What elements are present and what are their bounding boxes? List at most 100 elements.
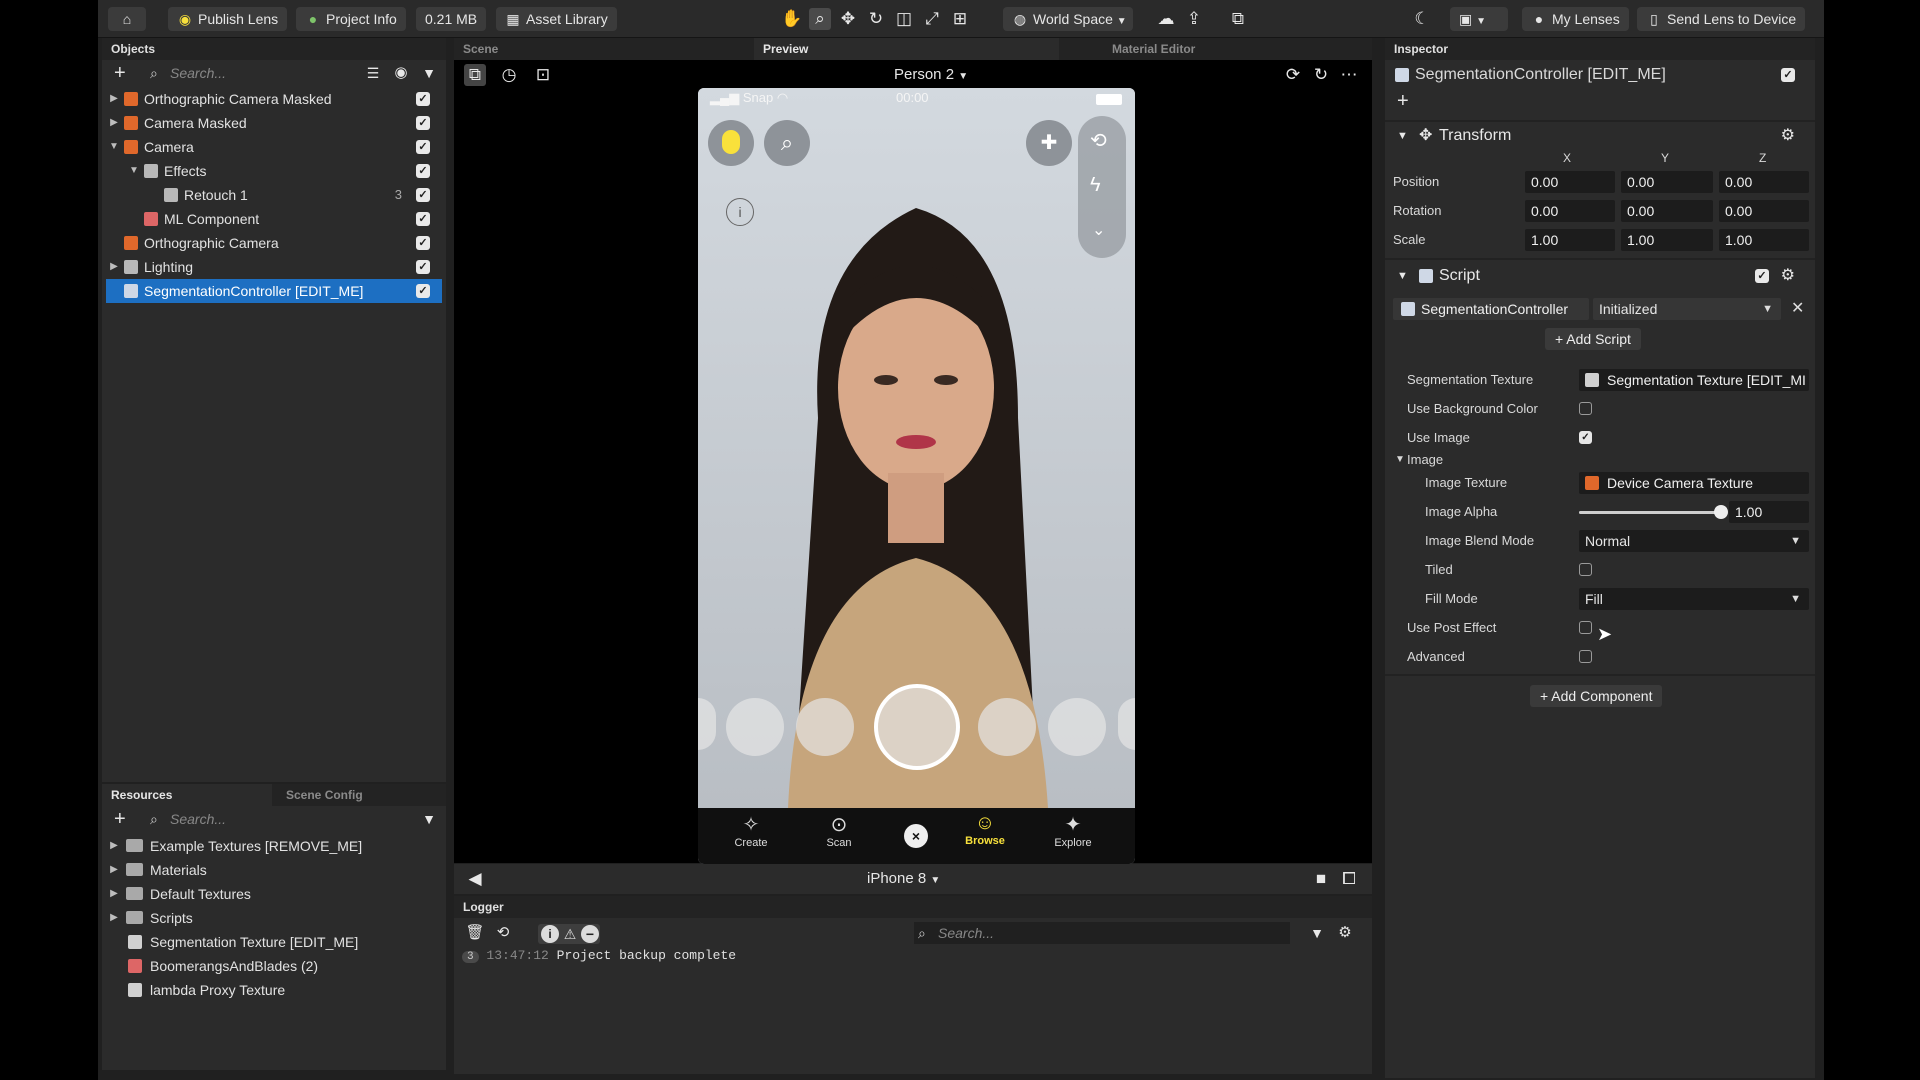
nav-create[interactable]: ✧ Create (726, 812, 776, 849)
chevron-right-icon[interactable]: ▶ (108, 858, 120, 882)
dark-mode-icon[interactable]: ☾ (1411, 8, 1433, 30)
chevron-down-icon[interactable]: ▼ (108, 135, 120, 159)
tree-item-orthographic-camera[interactable]: Orthographic Camera ✓ (106, 231, 442, 255)
list-view-icon[interactable]: ☰ (362, 62, 384, 84)
flash-off-icon[interactable]: ϟ (1090, 174, 1101, 197)
layout-dropdown[interactable]: ▣ ▼ (1450, 7, 1508, 31)
device-select[interactable]: iPhone 8 ▼ (867, 870, 940, 887)
tree-item-orthographic-camera-masked[interactable]: ▶ Orthographic Camera Masked ✓ (106, 87, 442, 111)
tab-preview[interactable]: Preview (754, 38, 1059, 60)
rect-tool-icon[interactable]: ⤢ (921, 8, 943, 30)
scale-x-field[interactable]: 1.00 (1525, 229, 1615, 251)
tree-item-effects[interactable]: ▼ Effects ✓ (106, 159, 442, 183)
publish-lens-button[interactable]: ◉ Publish Lens (168, 7, 288, 31)
use-post-effect-checkbox[interactable] (1579, 621, 1592, 634)
position-z-field[interactable]: 0.00 (1719, 171, 1809, 193)
resource-lambda-proxy-texture[interactable]: lambda Proxy Texture (106, 978, 442, 1002)
crop-icon[interactable]: ⧠ (1338, 868, 1360, 890)
resource-folder-example-textures[interactable]: ▶ Example Textures [REMOVE_ME] (106, 834, 442, 858)
hand-tool-icon[interactable]: ✋ (781, 8, 803, 30)
enabled-checkbox[interactable]: ✓ (416, 212, 430, 226)
rotation-z-field[interactable]: 0.00 (1719, 200, 1809, 222)
frame-icon[interactable]: ⊡ (532, 64, 554, 86)
add-component-button[interactable]: + Add Component (1530, 685, 1663, 707)
resource-boomerangs-and-blades[interactable]: BoomerangsAndBlades (2) (106, 954, 442, 978)
speaker-icon[interactable]: ◀ (464, 868, 486, 890)
add-object-icon[interactable]: + (114, 62, 126, 85)
lens-carousel-item[interactable] (1118, 698, 1135, 750)
lens-carousel-item[interactable] (1048, 698, 1106, 756)
tab-resources[interactable]: Resources (102, 784, 272, 806)
lens-carousel-item[interactable] (978, 698, 1036, 756)
capture-button[interactable] (874, 684, 960, 770)
enabled-checkbox[interactable]: ✓ (416, 284, 430, 298)
image-texture-field[interactable]: Device Camera Texture (1579, 472, 1809, 494)
filter-icon[interactable]: ▼ (1306, 922, 1328, 944)
camera-icon[interactable]: ■ (1310, 868, 1332, 890)
person-select[interactable]: Person 2 ▼ (894, 66, 968, 83)
add-resource-icon[interactable]: + (114, 808, 126, 831)
script-asset-field[interactable]: SegmentationController (1393, 298, 1589, 320)
transform-section-header[interactable]: ▼ ✥ Transform ⚙ (1385, 122, 1815, 150)
info-filter-icon[interactable]: i (541, 925, 559, 943)
segmentation-texture-field[interactable]: Segmentation Texture [EDIT_MI (1579, 369, 1809, 391)
resources-search-input[interactable]: ⌕ Search... (146, 808, 386, 830)
script-section-header[interactable]: ▼ Script ✓ ⚙ (1385, 262, 1815, 290)
rotation-y-field[interactable]: 0.00 (1621, 200, 1713, 222)
info-icon[interactable]: i (726, 198, 754, 226)
share-icon[interactable]: ⇪ (1183, 8, 1205, 30)
world-space-dropdown[interactable]: ◍ World Space ▼ (1003, 7, 1133, 31)
home-button[interactable]: ⌂ (108, 7, 146, 31)
bitmoji-button[interactable] (708, 120, 754, 166)
tree-item-camera-masked[interactable]: ▶ Camera Masked ✓ (106, 111, 442, 135)
object-name[interactable]: SegmentationController [EDIT_ME] (1415, 62, 1666, 88)
image-blend-mode-dropdown[interactable]: Normal ▼ (1579, 530, 1809, 552)
tree-item-lighting[interactable]: ▶ Lighting ✓ (106, 255, 442, 279)
filter-icon[interactable]: ▼ (418, 808, 440, 830)
enabled-checkbox[interactable]: ✓ (416, 116, 430, 130)
enabled-checkbox[interactable]: ✓ (416, 188, 430, 202)
tree-item-retouch[interactable]: Retouch 1 3 ✓ (106, 183, 442, 207)
add-icon[interactable]: + (1397, 90, 1409, 113)
clear-on-reset-icon[interactable]: ⟲ (492, 922, 514, 944)
nav-browse[interactable]: ☺ Browse (960, 812, 1010, 847)
scale-tool-icon[interactable]: ◫ (893, 8, 915, 30)
scale-z-field[interactable]: 1.00 (1719, 229, 1809, 251)
chevron-right-icon[interactable]: ▶ (108, 834, 120, 858)
gear-icon[interactable]: ⚙ (1781, 262, 1795, 290)
objects-search-input[interactable]: ⌕ Search... (146, 62, 326, 84)
lens-carousel-item[interactable] (726, 698, 784, 756)
move-tool-icon[interactable]: ✥ (837, 8, 859, 30)
phone-preview[interactable]: ▂▄▆ Snap ◠ 00:00 ⌕ ✚ ⟲ ϟ ⌄ i ✧ Create ⊙ Sc… (698, 88, 1135, 864)
script-event-dropdown[interactable]: Initialized ▼ (1593, 298, 1781, 320)
nav-scan[interactable]: ⊙ Scan (814, 812, 864, 849)
nav-explore[interactable]: ✦ Explore (1048, 812, 1098, 849)
warning-filter-icon[interactable]: ⚠ (561, 925, 579, 943)
use-background-color-checkbox[interactable] (1579, 402, 1592, 415)
zoom-tool-icon[interactable]: ⌕ (809, 8, 831, 30)
position-y-field[interactable]: 0.00 (1621, 171, 1713, 193)
search-icon[interactable]: ⌕ (764, 120, 810, 166)
sync-icon[interactable]: ⟳ (1282, 64, 1304, 86)
tree-item-segmentation-controller[interactable]: SegmentationController [EDIT_ME] ✓ (106, 279, 442, 303)
visibility-eye-icon[interactable]: ◉ (390, 62, 412, 84)
project-info-button[interactable]: ● Project Info (296, 7, 406, 31)
chevron-down-icon[interactable]: ▼ (128, 159, 140, 183)
more-icon[interactable]: ⋯ (1338, 64, 1360, 86)
gear-icon[interactable]: ⚙ (1781, 122, 1795, 150)
resource-folder-materials[interactable]: ▶ Materials (106, 858, 442, 882)
tab-material-editor[interactable]: Material Editor (1064, 38, 1372, 60)
image-alpha-field[interactable]: 1.00 (1729, 501, 1809, 523)
logger-search-input[interactable]: ⌕ Search... (914, 922, 1290, 944)
asset-library-button[interactable]: ▦ Asset Library (496, 7, 617, 31)
add-script-button[interactable]: + Add Script (1545, 328, 1641, 350)
chevron-right-icon[interactable]: ▶ (108, 882, 120, 906)
snap-grid-icon[interactable]: ⊞ (949, 8, 971, 30)
timer-icon[interactable]: ◷ (498, 64, 520, 86)
image-alpha-slider-handle[interactable] (1714, 505, 1728, 519)
chevron-right-icon[interactable]: ▶ (108, 111, 120, 135)
image-group-header[interactable]: ▼ Image (1385, 448, 1815, 472)
gear-icon[interactable]: ⚙ (1334, 922, 1356, 944)
chevron-right-icon[interactable]: ▶ (108, 87, 120, 111)
position-x-field[interactable]: 0.00 (1525, 171, 1615, 193)
